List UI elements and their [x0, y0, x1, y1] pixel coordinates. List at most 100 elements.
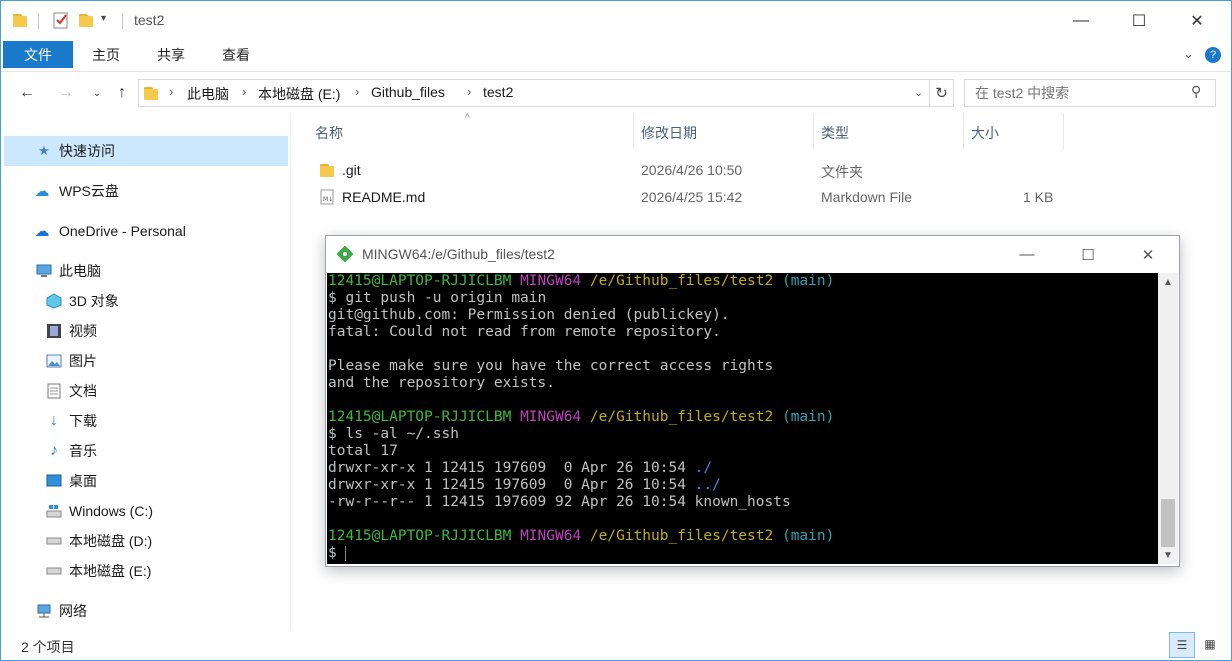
- search-icon[interactable]: ⚲: [1191, 83, 1201, 100]
- address-dropdown-icon[interactable]: ⌄: [914, 86, 923, 99]
- sidebar-item-label: Windows (C:): [69, 503, 154, 519]
- prompt-system: MINGW64: [520, 528, 582, 544]
- sidebar-item-pictures[interactable]: 图片: [1, 346, 290, 376]
- status-bar: 2 个项目 ☰ ▦: [1, 630, 1231, 660]
- file-modified: 2026/4/25 15:42: [641, 189, 743, 205]
- breadcrumb-test2[interactable]: test2: [483, 84, 513, 100]
- tab-file[interactable]: 文件: [3, 41, 73, 68]
- sidebar-item-documents[interactable]: 文档: [1, 376, 290, 406]
- terminal-minimize-button[interactable]: —: [998, 236, 1056, 273]
- sidebar-item-label: 文档: [69, 383, 97, 399]
- terminal-text: $ git push -u origin main: [328, 290, 547, 306]
- sidebar-item-onedrive[interactable]: ☁ OneDrive - Personal: [1, 216, 290, 246]
- breadcrumb-github-files[interactable]: Github_files: [371, 84, 445, 100]
- sidebar-item-wps-cloud[interactable]: ☁ WPS云盘: [1, 176, 290, 206]
- chevron-right-icon[interactable]: ›: [355, 84, 359, 99]
- video-icon: [46, 323, 62, 339]
- sidebar-item-downloads[interactable]: ↓ 下载: [1, 406, 290, 436]
- windows-drive-icon: [46, 503, 62, 519]
- sidebar-item-label: 3D 对象: [69, 293, 119, 309]
- terminal-text: and the repository exists.: [328, 375, 555, 391]
- breadcrumb-this-pc[interactable]: 此电脑: [187, 84, 229, 104]
- cursor: [345, 545, 347, 561]
- sidebar-item-music[interactable]: ♪ 音乐: [1, 436, 290, 466]
- column-divider[interactable]: [1063, 113, 1064, 149]
- terminal-text: -rw-r--r-- 1 12415 197609 92 Apr 26 10:5…: [328, 494, 791, 510]
- forward-icon[interactable]: →: [54, 81, 78, 105]
- terminal-text: $ ls -al ~/.ssh: [328, 426, 459, 442]
- column-divider[interactable]: [633, 113, 634, 149]
- sidebar-item-videos[interactable]: 视频: [1, 316, 290, 346]
- sidebar-item-quick-access[interactable]: ★ 快速访问: [4, 136, 288, 166]
- scroll-up-icon[interactable]: ▲: [1158, 273, 1178, 291]
- sidebar-item-label: WPS云盘: [59, 183, 119, 199]
- sidebar-item-3d-objects[interactable]: 3D 对象: [1, 286, 290, 316]
- prompt-user: 12415@LAPTOP-RJJICLBM: [328, 528, 512, 544]
- terminal-scrollbar[interactable]: ▲ ▼: [1158, 273, 1178, 564]
- sidebar-item-drive-d[interactable]: 本地磁盘 (D:): [1, 526, 290, 556]
- column-header-size[interactable]: 大小: [971, 123, 999, 143]
- terminal-line: total 17: [328, 443, 834, 460]
- ls-entry-name: ../: [694, 477, 721, 493]
- chevron-right-icon[interactable]: ›: [169, 84, 173, 99]
- details-view-icon[interactable]: ☰: [1169, 632, 1195, 658]
- terminal-line: 12415@LAPTOP-RJJICLBM MINGW64 /e/Github_…: [328, 273, 834, 290]
- scrollbar[interactable]: [1211, 41, 1231, 630]
- ls-entry-info: drwxr-xr-x 1 12415 197609 0 Apr 26 10:54: [328, 477, 695, 493]
- scroll-down-icon[interactable]: ▼: [1158, 546, 1178, 564]
- column-divider[interactable]: [813, 113, 814, 149]
- expand-ribbon-icon[interactable]: ⌄: [1183, 46, 1194, 62]
- column-header-type[interactable]: 类型: [821, 123, 849, 143]
- up-icon[interactable]: ↑: [110, 81, 134, 105]
- terminal-maximize-button[interactable]: ☐: [1059, 236, 1117, 273]
- sidebar-item-desktop[interactable]: 桌面: [1, 466, 290, 496]
- refresh-icon[interactable]: ↻: [930, 79, 954, 107]
- sidebar-item-drive-c[interactable]: Windows (C:): [1, 496, 290, 526]
- file-row[interactable]: .git 2026/4/26 10:50 文件夹: [306, 158, 1066, 184]
- prompt-user: 12415@LAPTOP-RJJICLBM: [328, 409, 512, 425]
- scroll-thumb[interactable]: [1161, 499, 1175, 547]
- minimize-button[interactable]: —: [1058, 1, 1104, 41]
- file-modified: 2026/4/26 10:50: [641, 162, 743, 178]
- maximize-button[interactable]: ☐: [1116, 1, 1162, 41]
- recent-locations-icon[interactable]: ⌄: [85, 81, 109, 105]
- sort-ascending-icon: ^: [465, 113, 470, 124]
- new-folder-icon[interactable]: [79, 12, 93, 28]
- sidebar-item-drive-e[interactable]: 本地磁盘 (E:): [1, 556, 290, 586]
- terminal-text: $: [328, 545, 346, 561]
- breadcrumb-drive-e[interactable]: 本地磁盘 (E:): [258, 84, 340, 104]
- back-icon[interactable]: ←: [15, 81, 39, 105]
- address-bar-row: ← → ⌄ ↑ › 此电脑 › 本地磁盘 (E:) › Github_files…: [1, 73, 1231, 113]
- document-icon: [46, 383, 62, 399]
- sidebar-item-label: 本地磁盘 (E:): [69, 563, 152, 579]
- large-icons-view-icon[interactable]: ▦: [1198, 632, 1222, 656]
- tab-home[interactable]: 主页: [81, 41, 131, 68]
- terminal-close-button[interactable]: ✕: [1119, 236, 1177, 273]
- file-row[interactable]: M↓ README.md 2026/4/25 15:42 Markdown Fi…: [306, 185, 1066, 211]
- chevron-right-icon[interactable]: ›: [242, 84, 246, 99]
- customize-toolbar-icon[interactable]: ▾: [101, 13, 106, 24]
- column-divider[interactable]: [963, 113, 964, 149]
- terminal-output[interactable]: 12415@LAPTOP-RJJICLBM MINGW64 /e/Github_…: [327, 273, 1158, 564]
- terminal-lines: 12415@LAPTOP-RJJICLBM MINGW64 /e/Github_…: [328, 273, 834, 562]
- network-icon: [36, 603, 52, 619]
- column-header-modified[interactable]: 修改日期: [641, 123, 697, 143]
- tab-share[interactable]: 共享: [146, 41, 196, 68]
- tab-view[interactable]: 查看: [211, 41, 261, 68]
- divider: [38, 13, 39, 29]
- terminal-line: $ ls -al ~/.ssh: [328, 426, 834, 443]
- column-header-name[interactable]: 名称: [315, 123, 343, 143]
- search-box[interactable]: ⚲: [964, 79, 1216, 107]
- properties-icon[interactable]: [53, 11, 69, 29]
- terminal-window[interactable]: MINGW64:/e/Github_files/test2 — ☐ ✕ 1241…: [325, 235, 1180, 567]
- close-button[interactable]: ✕: [1174, 1, 1220, 41]
- chevron-right-icon[interactable]: ›: [467, 84, 471, 99]
- search-input[interactable]: [973, 84, 1187, 102]
- terminal-line: -rw-r--r-- 1 12415 197609 92 Apr 26 10:5…: [328, 494, 834, 511]
- terminal-text: total 17: [328, 443, 398, 459]
- sidebar-item-this-pc[interactable]: 此电脑: [1, 256, 290, 286]
- address-field[interactable]: › 此电脑 › 本地磁盘 (E:) › Github_files › test2…: [138, 79, 930, 107]
- sidebar-item-network[interactable]: 网络: [1, 596, 290, 626]
- divider: [122, 13, 123, 29]
